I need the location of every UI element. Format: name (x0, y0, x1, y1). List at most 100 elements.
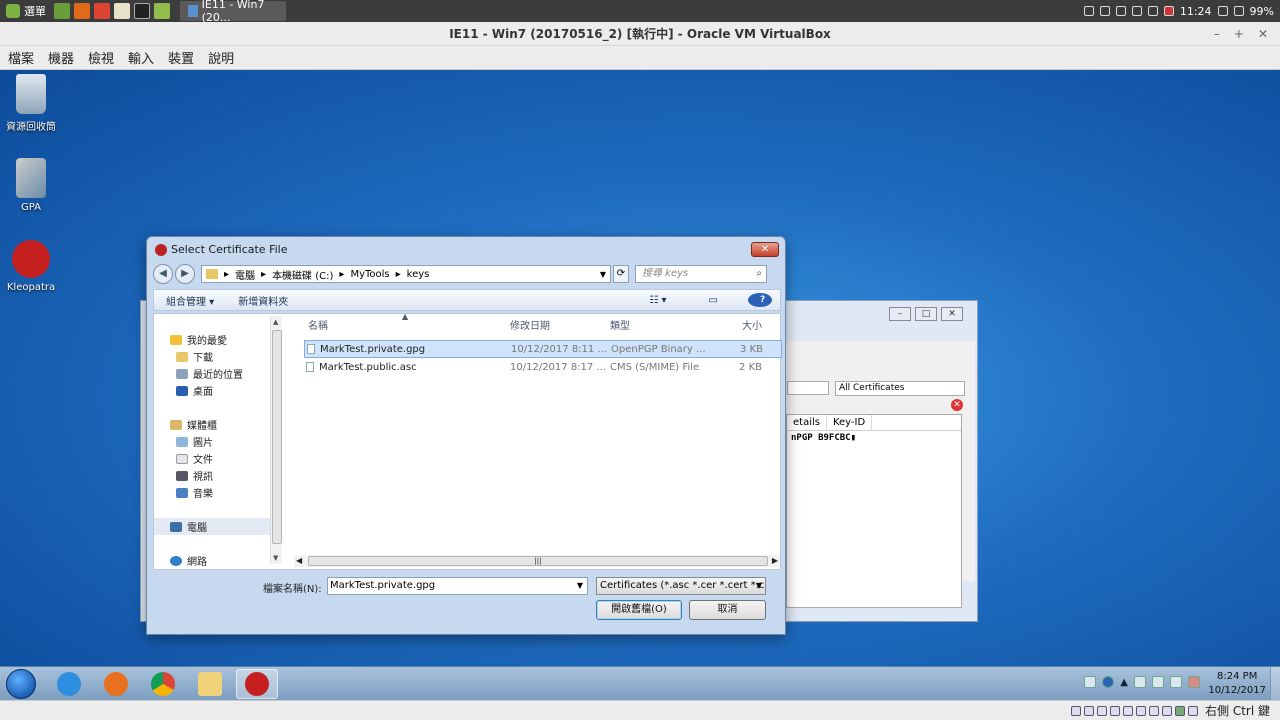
desktop-icon-kleopatra[interactable]: Kleopatra (0, 240, 62, 293)
desktop-icon-recycle-bin[interactable]: 資源回收筒 (0, 74, 62, 133)
recording-icon[interactable] (1163, 6, 1174, 16)
tree-scroll-thumb[interactable] (272, 330, 282, 544)
power-icon[interactable] (1188, 676, 1200, 688)
tree-item-pictures[interactable]: 圖片 (154, 433, 282, 450)
menu-input[interactable]: 輸入 (128, 48, 154, 67)
new-folder-button[interactable]: 新增資料夾 (226, 293, 300, 308)
breadcrumb-keys[interactable]: keys (407, 269, 430, 280)
show-hidden-icons-icon[interactable]: ▲ (1120, 677, 1128, 688)
kleopatra-maximize-button[interactable]: □ (915, 307, 937, 321)
forward-button[interactable]: ▶ (175, 264, 195, 284)
taskbar-kleopatra[interactable] (236, 669, 278, 699)
certificate-row[interactable]: nPGP B9FCBC▮ (787, 431, 961, 445)
network-icon[interactable] (1152, 676, 1164, 688)
file-row[interactable]: MarkTest.private.gpg 10/12/2017 8:11 ...… (304, 340, 782, 358)
show-desktop-button[interactable] (1270, 667, 1280, 701)
host-task-virtualbox[interactable]: IE11 - Win7 (20... (180, 0, 286, 24)
kleopatra-search-input[interactable] (787, 381, 829, 395)
taskbar-firefox[interactable] (95, 669, 137, 699)
scroll-up-icon[interactable]: ▲ (273, 318, 278, 326)
refresh-button[interactable]: ⟳ (613, 265, 629, 283)
tree-item-downloads[interactable]: 下載 (154, 348, 282, 365)
dialog-close-button[interactable]: ✕ (751, 242, 779, 257)
usb-icon[interactable] (1123, 705, 1134, 716)
files-launcher-icon[interactable] (154, 3, 170, 19)
taskbar-explorer[interactable] (189, 669, 231, 699)
battery-icon[interactable] (1233, 6, 1244, 16)
open-button[interactable]: 開啟舊檔(O) (596, 600, 682, 620)
chevron-down-icon[interactable]: ▼ (577, 578, 583, 594)
tree-item-recent[interactable]: 最近的位置 (154, 365, 282, 382)
guest-clock[interactable]: 8:24 PM 10/12/2017 (1208, 670, 1266, 698)
shared-folders-icon[interactable] (1136, 705, 1147, 716)
update-icon[interactable] (1131, 6, 1142, 16)
bluetooth-icon[interactable] (1083, 6, 1094, 16)
menu-help[interactable]: 說明 (208, 48, 234, 67)
network-manager-icon[interactable] (1147, 6, 1158, 16)
chevron-down-icon[interactable]: ▼ (600, 270, 606, 279)
menu-file[interactable]: 檔案 (8, 48, 34, 67)
search-input[interactable]: 搜尋 keys ⌕ (635, 265, 767, 283)
tree-scrollbar[interactable]: ▲ ▼ (270, 316, 282, 564)
flag-icon[interactable] (1170, 676, 1182, 688)
column-size[interactable]: 大小 (710, 317, 770, 332)
menu-devices[interactable]: 裝置 (168, 48, 194, 67)
host-menu-button[interactable]: 選單 (0, 0, 52, 22)
text-editor-launcher-icon[interactable] (114, 3, 130, 19)
filename-input[interactable]: MarkTest.private.gpg ▼ (327, 577, 588, 595)
scroll-down-icon[interactable]: ▼ (273, 554, 278, 562)
clipboard-icon[interactable] (1115, 6, 1126, 16)
column-date[interactable]: 修改日期 (510, 317, 610, 332)
close-button[interactable]: ✕ (1258, 22, 1268, 46)
host-clock[interactable]: 11:24 (1180, 5, 1212, 18)
maximize-button[interactable]: + (1234, 22, 1244, 46)
column-details[interactable]: etails (787, 415, 827, 430)
breadcrumb-computer[interactable]: 電腦 (235, 267, 255, 282)
scroll-left-icon[interactable]: ◀ (296, 556, 302, 565)
tree-item-favorites[interactable]: 我的最愛 (154, 331, 282, 348)
speaker-icon[interactable] (1134, 676, 1146, 688)
breadcrumb-local-disk[interactable]: 本機磁碟 (C:) (272, 267, 333, 282)
mouse-integration-icon[interactable] (1188, 705, 1199, 716)
desktop-icon-gpa[interactable]: GPA (0, 158, 62, 213)
view-options-icon[interactable]: ☷ ▾ (637, 295, 678, 306)
kleopatra-close-button[interactable]: ✕ (941, 307, 963, 321)
tree-item-desktop[interactable]: 桌面 (154, 382, 282, 399)
firefox-launcher-icon[interactable] (74, 3, 90, 19)
network-adapter-icon[interactable] (1110, 705, 1121, 716)
cancel-button[interactable]: 取消 (689, 600, 766, 620)
menu-view[interactable]: 檢視 (88, 48, 114, 67)
kleopatra-minimize-button[interactable]: – (889, 307, 911, 321)
hscroll-thumb[interactable]: ||| (308, 556, 768, 566)
terminal-launcher-icon[interactable] (134, 3, 150, 19)
show-desktop-icon[interactable] (54, 3, 70, 19)
breadcrumb-mytools[interactable]: MyTools (350, 269, 389, 280)
optical-drive-icon[interactable] (1084, 705, 1095, 716)
minimize-button[interactable]: – (1214, 22, 1220, 46)
address-bar[interactable]: ▸ 電腦 ▸ 本機磁碟 (C:) ▸ MyTools ▸ keys ▼ (201, 265, 611, 283)
taskbar-ie[interactable] (48, 669, 90, 699)
clear-filter-icon[interactable]: ✕ (951, 399, 963, 411)
column-type[interactable]: 類型 (610, 317, 710, 332)
kleopatra-filter-combo[interactable]: All Certificates (835, 381, 965, 396)
tree-item-libraries[interactable]: 媒體櫃 (154, 416, 282, 433)
display-icon[interactable] (1149, 705, 1160, 716)
volume-icon[interactable] (1099, 6, 1110, 16)
start-button[interactable] (6, 669, 36, 699)
tree-item-music[interactable]: 音樂 (154, 484, 282, 501)
tree-item-documents[interactable]: 文件 (154, 450, 282, 467)
chevron-down-icon[interactable]: ▼ (756, 578, 762, 594)
wifi-icon[interactable] (1217, 6, 1228, 16)
taskbar-chrome[interactable] (142, 669, 184, 699)
action-center-icon[interactable] (1084, 676, 1097, 688)
file-row[interactable]: MarkTest.public.asc 10/12/2017 8:17 ... … (304, 358, 782, 376)
organize-button[interactable]: 組合管理 ▾ (154, 293, 226, 308)
scroll-right-icon[interactable]: ▶ (772, 556, 778, 565)
filetype-select[interactable]: Certificates (*.asc *.cer *.cert *.crt ▼ (596, 577, 766, 595)
preview-pane-icon[interactable]: ▭ (697, 295, 730, 306)
help-icon[interactable] (1102, 676, 1115, 688)
tree-item-videos[interactable]: 視訊 (154, 467, 282, 484)
chrome-launcher-icon[interactable] (94, 3, 110, 19)
file-list-hscrollbar[interactable]: ◀ ||| ▶ (294, 555, 780, 567)
audio-icon[interactable] (1097, 705, 1108, 716)
